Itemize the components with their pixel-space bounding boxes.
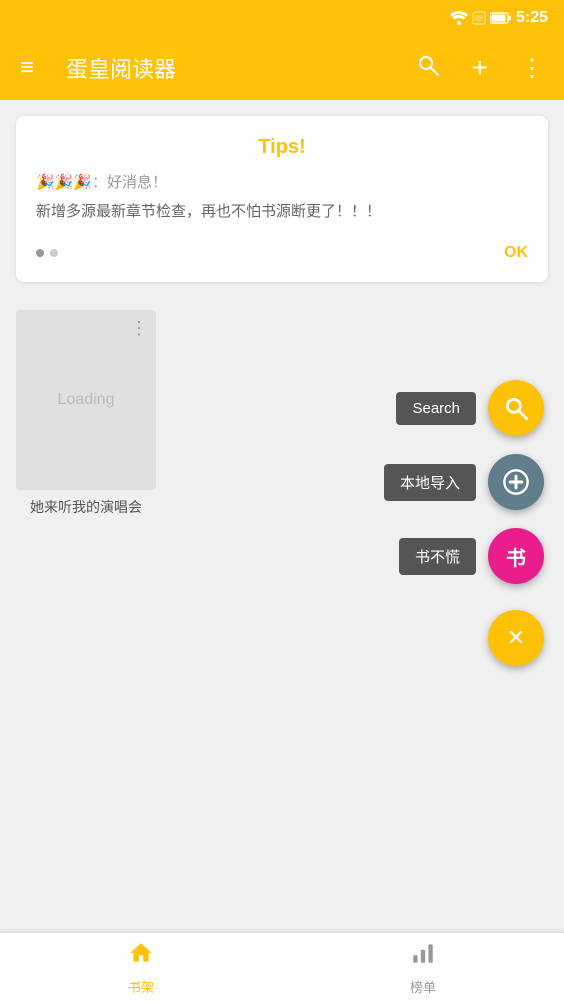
wifi-icon [450,11,468,25]
book-title: 她来听我的演唱会 [16,498,156,518]
book-cover[interactable]: Loading ⋮ [16,310,156,490]
book-source-btn-text: 书 [506,542,526,571]
book-source-fab-row: 书不慌 书 [399,528,544,584]
fab-container: Search 本地导入 书不慌 书 [384,380,544,912]
search-label[interactable]: Search [396,392,476,425]
close-fab-btn[interactable]: ✕ [488,610,544,666]
dot-1 [36,249,44,257]
status-icons: 5:25 [450,9,548,27]
app-bar: ≡ 蛋皇阅读器 + ⋮ [0,36,564,100]
book-source-fab-btn[interactable]: 书 [488,528,544,584]
status-time: 5:25 [516,9,548,27]
ok-button[interactable]: OK [504,244,528,262]
local-import-fab-btn[interactable] [488,454,544,510]
bookshelf-icon [128,940,154,973]
tips-footer: OK [36,244,528,262]
nav-rankings[interactable]: 榜单 [282,933,564,1002]
bottom-nav: 书架 榜单 [0,932,564,1002]
book-menu-icon[interactable]: ⋮ [130,318,148,339]
local-import-label[interactable]: 本地导入 [384,464,476,501]
search-fab-btn[interactable] [488,380,544,436]
menu-icon[interactable]: ≡ [12,46,42,90]
app-title: 蛋皇阅读器 [66,52,392,84]
dot-2 [50,249,58,257]
book-loading-text: Loading [58,391,115,409]
book-card: Loading ⋮ 她来听我的演唱会 [16,310,156,518]
book-source-label[interactable]: 书不慌 [399,538,476,575]
tips-card: Tips! 🎉🎉🎉：好消息！ 新增多源最新章节检查，再也不怕书源断更了！！！ O… [16,116,548,282]
tips-body: 新增多源最新章节检查，再也不怕书源断更了！！！ [36,200,528,224]
battery-icon [490,11,512,25]
local-import-fab-row: 本地导入 [384,454,544,510]
status-bar: 5:25 [0,0,564,36]
rankings-icon [410,940,436,973]
search-icon[interactable] [408,45,448,92]
tips-subtitle: 🎉🎉🎉：好消息！ [36,171,528,192]
main-content: Tips! 🎉🎉🎉：好消息！ 新增多源最新章节检查，再也不怕书源断更了！！！ O… [0,100,564,932]
sim-icon [472,11,486,25]
rankings-label: 榜单 [410,977,436,996]
bookshelf-label: 书架 [128,977,154,996]
tips-title: Tips! [36,136,528,159]
tips-pagination [36,249,58,257]
close-icon: ✕ [507,625,525,651]
nav-bookshelf[interactable]: 书架 [0,933,282,1002]
more-icon[interactable]: ⋮ [512,46,552,91]
add-icon[interactable]: + [464,44,496,92]
search-fab-row: Search [396,380,544,436]
